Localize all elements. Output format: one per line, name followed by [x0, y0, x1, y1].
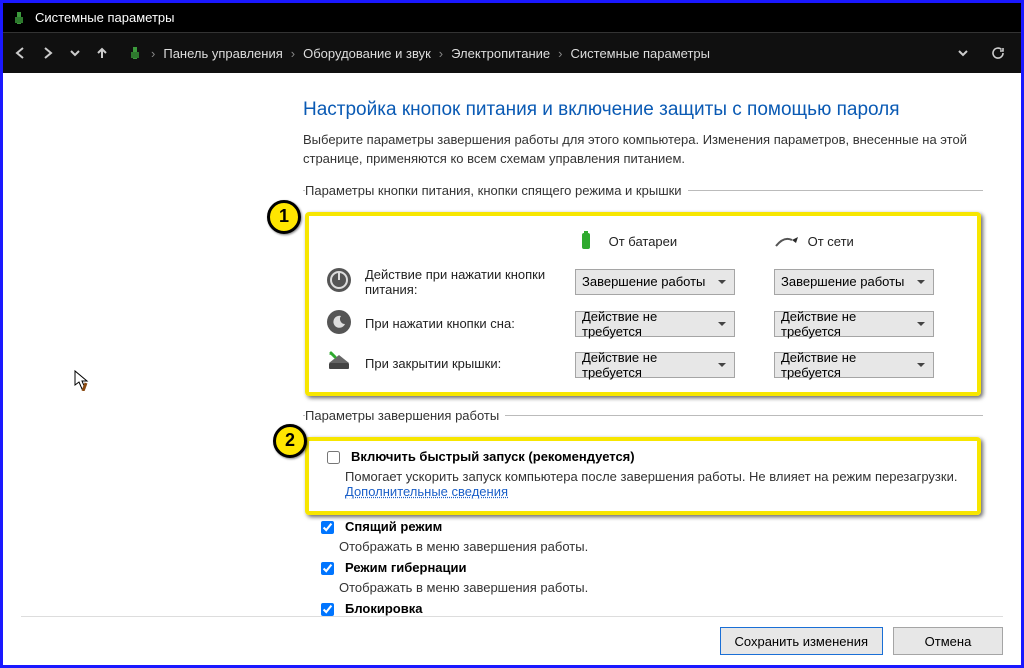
row-lid-close: При закрытии крышки: Действие не требует…	[319, 344, 967, 384]
select-sleep-battery[interactable]: Действие не требуется	[575, 311, 735, 337]
section-shutdown-legend: Параметры завершения работы	[305, 408, 505, 423]
checkbox-sleep[interactable]	[321, 521, 334, 534]
window-title: Системные параметры	[35, 10, 174, 25]
cursor-icon	[73, 369, 93, 394]
navbar: › Панель управления › Оборудование и зву…	[3, 33, 1021, 73]
select-lid-battery[interactable]: Действие не требуется	[575, 352, 735, 378]
cancel-button[interactable]: Отмена	[893, 627, 1003, 655]
breadcrumb-l1[interactable]: Панель управления	[163, 46, 282, 61]
row-power-button: Действие при нажатии кнопки питания: Зав…	[319, 261, 967, 303]
breadcrumb-l3[interactable]: Электропитание	[451, 46, 550, 61]
nav-back-icon[interactable]	[13, 46, 27, 60]
row-sleep-label: При нажатии кнопки сна:	[359, 303, 569, 344]
save-button[interactable]: Сохранить изменения	[720, 627, 884, 655]
select-power-ac[interactable]: Завершение работы	[774, 269, 934, 295]
row-power-label: Действие при нажатии кнопки питания:	[359, 261, 569, 303]
select-power-battery[interactable]: Завершение работы	[575, 269, 735, 295]
breadcrumb-l4[interactable]: Системные параметры	[570, 46, 709, 61]
chevron-down-icon[interactable]	[69, 47, 81, 59]
section-power-legend: Параметры кнопки питания, кнопки спящего…	[305, 183, 688, 198]
callout-badge-1: 1	[267, 200, 301, 234]
lid-close-icon	[325, 361, 353, 376]
column-header-battery: От батареи	[609, 234, 678, 249]
hibernate-option-label: Режим гибернации	[345, 560, 467, 575]
breadcrumb-root-icon	[127, 45, 143, 61]
breadcrumb-chevron-icon[interactable]	[957, 47, 969, 59]
highlight-box-1: 1 От батареи	[305, 212, 981, 396]
column-header-ac: От сети	[808, 234, 854, 249]
refresh-icon[interactable]	[991, 46, 1005, 60]
content-area: Настройка кнопок питания и включение защ…	[3, 73, 1021, 665]
checkbox-lock[interactable]	[321, 603, 334, 616]
footer: Сохранить изменения Отмена	[21, 616, 1003, 655]
checkbox-fast-startup[interactable]	[327, 451, 340, 464]
checkbox-hibernate[interactable]	[321, 562, 334, 575]
select-sleep-ac[interactable]: Действие не требуется	[774, 311, 934, 337]
callout-badge-2: 2	[273, 424, 307, 458]
nav-up-icon[interactable]	[95, 46, 109, 60]
section-shutdown-settings: Параметры завершения работы 2 Включить б…	[303, 408, 983, 625]
highlight-box-2: 2 Включить быстрый запуск (рекомендуется…	[305, 437, 981, 515]
sleep-button-icon	[326, 323, 352, 338]
section-power-buttons: Параметры кнопки питания, кнопки спящего…	[303, 183, 983, 400]
page-description: Выберите параметры завершения работы для…	[303, 131, 983, 169]
select-lid-ac[interactable]: Действие не требуется	[774, 352, 934, 378]
breadcrumb-l2[interactable]: Оборудование и звук	[303, 46, 431, 61]
titlebar: Системные параметры	[3, 3, 1021, 33]
sleep-option-label: Спящий режим	[345, 519, 442, 534]
breadcrumb: › Панель управления › Оборудование и зву…	[127, 45, 939, 61]
fast-startup-label: Включить быстрый запуск (рекомендуется)	[351, 449, 635, 464]
learn-more-link[interactable]: Дополнительные сведения	[345, 484, 508, 499]
power-button-icon	[326, 281, 352, 296]
lock-option-label: Блокировка	[345, 601, 422, 616]
row-sleep-button: При нажатии кнопки сна: Действие не треб…	[319, 303, 967, 344]
hibernate-option-desc: Отображать в меню завершения работы.	[339, 580, 981, 595]
fast-startup-desc: Помогает ускорить запуск компьютера посл…	[345, 469, 969, 499]
nav-forward-icon[interactable]	[41, 46, 55, 60]
sleep-option-desc: Отображать в меню завершения работы.	[339, 539, 981, 554]
app-icon	[11, 10, 27, 26]
row-lid-label: При закрытии крышки:	[359, 344, 569, 384]
page-title: Настройка кнопок питания и включение защ…	[303, 99, 983, 121]
battery-icon	[575, 230, 605, 255]
ac-plug-icon	[774, 232, 804, 253]
